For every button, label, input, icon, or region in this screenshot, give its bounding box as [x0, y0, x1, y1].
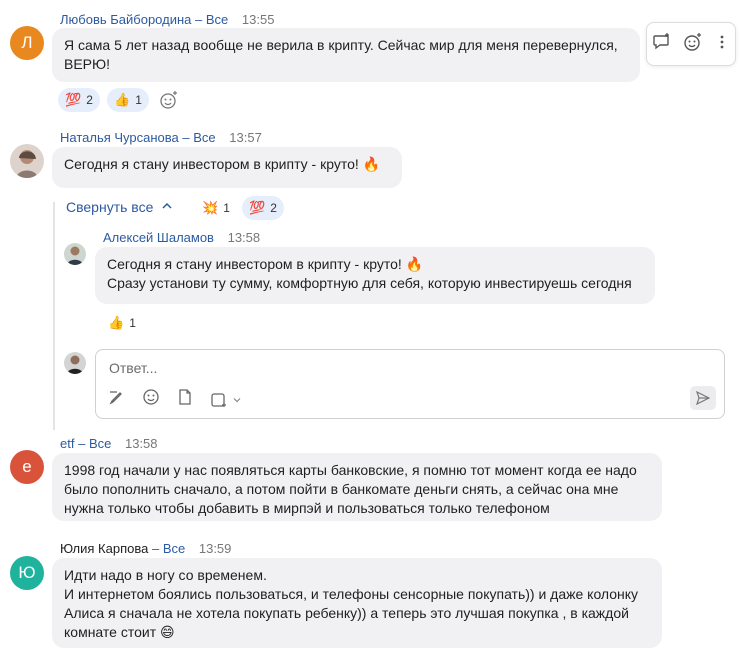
message-line: Алиса я сначала не хотела покупать ребен…: [64, 605, 629, 621]
reaction-count: 1: [223, 201, 230, 215]
author-name[interactable]: Любовь Байбородина: [60, 12, 191, 27]
chevron-down-icon: [233, 397, 241, 402]
collision-icon: 💥: [202, 200, 219, 215]
format-text-icon[interactable]: [108, 388, 126, 411]
thumbs-up-icon: 👍: [114, 92, 131, 107]
message-line: Сразу установи ту сумму, комфортную для …: [107, 275, 632, 291]
dash: –: [195, 12, 203, 27]
recipient-all[interactable]: Все: [163, 541, 185, 556]
author-name[interactable]: Юлия Карпова: [60, 541, 148, 556]
author-name[interactable]: Наталья Чурсанова: [60, 130, 179, 145]
reply-composer[interactable]: Ответ...: [95, 349, 725, 419]
emoji-icon[interactable]: [142, 388, 160, 411]
message-line: Идти надо в ногу со временем.: [64, 567, 267, 583]
message-bubble: Идти надо в ногу со временем. И интернет…: [52, 558, 662, 648]
message-header: Наталья Чурсанова – Все 13:57: [60, 130, 262, 145]
timestamp: 13:57: [229, 130, 262, 145]
more-icon[interactable]: [714, 34, 730, 55]
message-line: комнате стоит 😄: [64, 624, 175, 640]
dash: –: [151, 541, 160, 556]
avatar-letter: Л: [21, 33, 33, 52]
thumbs-up-icon: 👍: [108, 315, 125, 330]
hundred-points-icon: 💯: [249, 200, 266, 215]
avatar[interactable]: [64, 243, 86, 265]
chevron-up-icon: [161, 199, 173, 215]
dash: –: [182, 130, 190, 145]
timestamp: 13:59: [198, 541, 232, 556]
message-hover-toolbar: [646, 22, 736, 66]
reaction-count: 1: [135, 93, 142, 107]
reaction-count: 2: [270, 201, 277, 215]
message-line: ВЕРЮ!: [64, 56, 111, 72]
thread-line: [53, 202, 55, 430]
reply-input[interactable]: Ответ...: [109, 360, 157, 376]
timestamp: 13:55: [241, 12, 275, 27]
author-name[interactable]: Алексей Шаламов: [103, 230, 214, 245]
hundred-points-icon: 💯: [65, 92, 82, 107]
message-bubble: Сегодня я стану инвестором в крипту - кр…: [95, 247, 655, 304]
add-reaction-icon[interactable]: [683, 32, 703, 57]
author-name[interactable]: etf: [60, 436, 74, 451]
reaction-count: 2: [86, 93, 93, 107]
attach-file-icon[interactable]: [176, 388, 194, 411]
message-header: Любовь Байбородина – Все 13:55: [60, 12, 274, 27]
reaction-chip[interactable]: 💯 2: [242, 196, 284, 220]
avatar: [64, 352, 86, 374]
message-line: нужна только чтобы добавить в мирпэй и п…: [64, 500, 550, 516]
message-bubble: Сегодня я стану инвестором в крипту - кр…: [52, 147, 402, 188]
message-header: etf – Все 13:58: [60, 436, 158, 451]
composer-toolbar: [108, 388, 242, 411]
message-bubble: 1998 год начали у нас появляться карты б…: [52, 453, 662, 521]
recipient-all[interactable]: Все: [206, 12, 228, 27]
avatar[interactable]: Ю: [10, 556, 44, 590]
send-button[interactable]: [690, 386, 716, 410]
message-header: Юлия Карпова – Все 13:59: [60, 541, 231, 556]
reaction-chip[interactable]: 👍 1: [107, 88, 149, 112]
avatar[interactable]: e: [10, 450, 44, 484]
message-line: Сегодня я стану инвестором в крипту - кр…: [107, 256, 424, 272]
message-bubble: Я сама 5 лет назад вообще не верила в кр…: [52, 28, 640, 82]
collapse-label: Свернуть все: [66, 199, 154, 215]
add-reaction-icon[interactable]: [158, 89, 180, 116]
timestamp: 13:58: [124, 436, 158, 451]
message-line: Я сама 5 лет назад вообще не верила в кр…: [64, 37, 618, 53]
reaction-chip[interactable]: 💯 2: [58, 88, 100, 112]
reaction-chip[interactable]: 👍 1: [101, 311, 143, 335]
avatar-letter: e: [22, 457, 32, 476]
avatar-letter: Ю: [18, 563, 36, 582]
message-line: было пополнить сначало, а потом пойти в …: [64, 481, 619, 497]
collapse-all-button[interactable]: Свернуть все: [66, 199, 173, 215]
message-line: Сегодня я стану инвестором в крипту - кр…: [64, 156, 381, 172]
avatar[interactable]: Л: [10, 26, 44, 60]
dash: –: [78, 436, 86, 451]
screenshot-icon[interactable]: [210, 391, 242, 409]
avatar[interactable]: [10, 144, 44, 178]
reaction-chip[interactable]: 💥 1: [195, 196, 237, 220]
send-icon: [696, 391, 710, 405]
reply-thread-icon[interactable]: [652, 32, 672, 57]
timestamp: 13:58: [227, 230, 261, 245]
message-line: И интернетом боялись пользоваться, и тел…: [64, 586, 639, 602]
reaction-count: 1: [129, 316, 136, 330]
message-line: 1998 год начали у нас появляться карты б…: [64, 462, 637, 478]
message-header: Алексей Шаламов 13:58: [103, 230, 260, 245]
recipient-all[interactable]: Все: [89, 436, 111, 451]
recipient-all[interactable]: Все: [193, 130, 215, 145]
